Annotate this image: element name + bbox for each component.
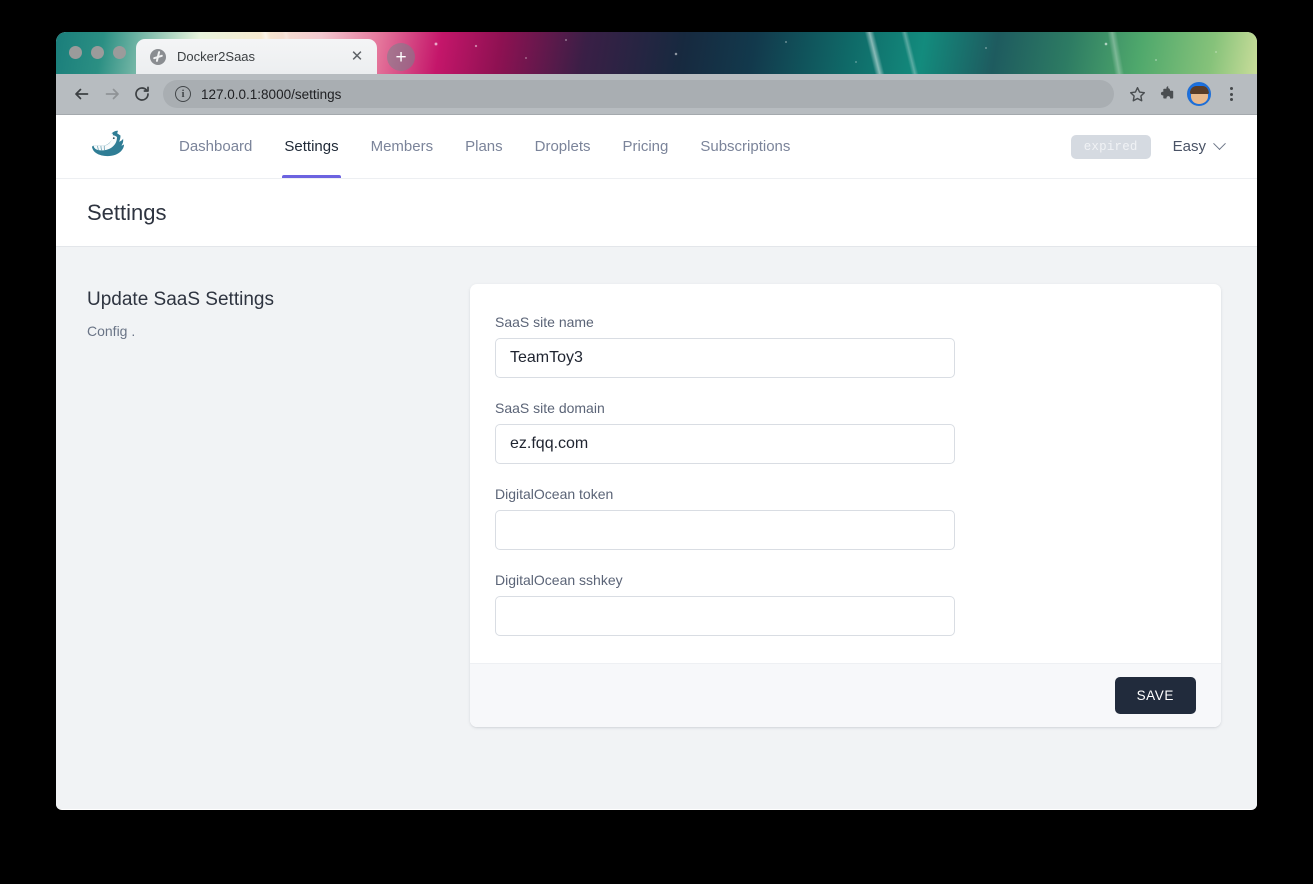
status-badge: expired bbox=[1070, 134, 1151, 159]
browser-tab-strip: Docker2Saas ✕ + bbox=[56, 32, 1257, 74]
saas-site-domain-input[interactable] bbox=[495, 424, 955, 464]
field-saas-site-name: SaaS site name bbox=[495, 314, 1196, 378]
label-saas-site-domain: SaaS site domain bbox=[495, 400, 605, 416]
browser-toolbar: i 127.0.0.1:8000/settings bbox=[56, 74, 1257, 115]
label-digitalocean-sshkey: DigitalOcean sshkey bbox=[495, 572, 623, 588]
address-bar[interactable]: i 127.0.0.1:8000/settings bbox=[163, 80, 1114, 108]
minimize-window-button[interactable] bbox=[91, 46, 104, 59]
avatar-icon bbox=[1189, 86, 1209, 104]
nav-item-members[interactable]: Members bbox=[355, 115, 450, 178]
field-saas-site-domain: SaaS site domain bbox=[495, 400, 1196, 464]
nav-item-dashboard[interactable]: Dashboard bbox=[163, 115, 268, 178]
bookmark-star-icon[interactable] bbox=[1122, 79, 1152, 109]
digitalocean-sshkey-input[interactable] bbox=[495, 596, 955, 636]
nav-item-droplets[interactable]: Droplets bbox=[519, 115, 607, 178]
save-button[interactable]: SAVE bbox=[1114, 677, 1196, 714]
nav-item-plans[interactable]: Plans bbox=[449, 115, 519, 178]
close-tab-icon[interactable]: ✕ bbox=[347, 47, 367, 67]
page-content: Dashboard Settings Members Plans Droplet… bbox=[56, 115, 1257, 809]
browser-window: Docker2Saas ✕ + i 127.0.0.1:8000/setting… bbox=[56, 32, 1257, 810]
globe-icon bbox=[150, 48, 166, 65]
settings-intro: Update SaaS Settings Config . bbox=[87, 284, 470, 727]
label-digitalocean-token: DigitalOcean token bbox=[495, 486, 614, 502]
user-menu[interactable]: Easy bbox=[1172, 137, 1226, 155]
browser-tab[interactable]: Docker2Saas ✕ bbox=[136, 39, 377, 74]
settings-card: SaaS site name SaaS site domain DigitalO… bbox=[470, 284, 1221, 727]
reload-icon[interactable] bbox=[127, 79, 157, 109]
chevron-down-icon bbox=[1213, 137, 1226, 151]
label-saas-site-name: SaaS site name bbox=[495, 314, 594, 330]
site-info-icon[interactable]: i bbox=[175, 86, 191, 102]
tab-title: Docker2Saas bbox=[177, 49, 256, 64]
window-controls bbox=[69, 46, 126, 59]
new-tab-button[interactable]: + bbox=[387, 43, 415, 71]
nav-item-pricing[interactable]: Pricing bbox=[607, 115, 685, 178]
whale-logo-icon[interactable] bbox=[87, 130, 131, 164]
back-icon[interactable] bbox=[67, 79, 97, 109]
nav-item-subscriptions[interactable]: Subscriptions bbox=[684, 115, 806, 178]
extensions-puzzle-icon[interactable] bbox=[1152, 79, 1182, 109]
forward-icon[interactable] bbox=[97, 79, 127, 109]
url-text: 127.0.0.1:8000/settings bbox=[201, 86, 342, 102]
site-navbar: Dashboard Settings Members Plans Droplet… bbox=[56, 115, 1257, 178]
close-window-button[interactable] bbox=[69, 46, 82, 59]
intro-description: Config . bbox=[87, 323, 136, 339]
card-footer: SAVE bbox=[470, 663, 1221, 727]
maximize-window-button[interactable] bbox=[113, 46, 126, 59]
digitalocean-token-input[interactable] bbox=[495, 510, 955, 550]
page-header: Settings bbox=[56, 178, 1257, 247]
nav-links: Dashboard Settings Members Plans Droplet… bbox=[163, 115, 806, 178]
navbar-right: expired Easy bbox=[1070, 134, 1226, 159]
settings-form: SaaS site name SaaS site domain DigitalO… bbox=[470, 284, 1221, 663]
browser-menu-icon[interactable] bbox=[1216, 79, 1246, 109]
saas-site-name-input[interactable] bbox=[495, 338, 955, 378]
field-digitalocean-token: DigitalOcean token bbox=[495, 486, 1196, 550]
page-title: Settings bbox=[87, 199, 167, 225]
settings-content: Update SaaS Settings Config . SaaS site … bbox=[56, 247, 1257, 727]
intro-heading: Update SaaS Settings bbox=[87, 289, 274, 310]
field-digitalocean-sshkey: DigitalOcean sshkey bbox=[495, 572, 1196, 636]
nav-item-settings[interactable]: Settings bbox=[268, 115, 354, 178]
user-name-label: Easy bbox=[1172, 138, 1206, 155]
profile-avatar[interactable] bbox=[1187, 82, 1211, 106]
